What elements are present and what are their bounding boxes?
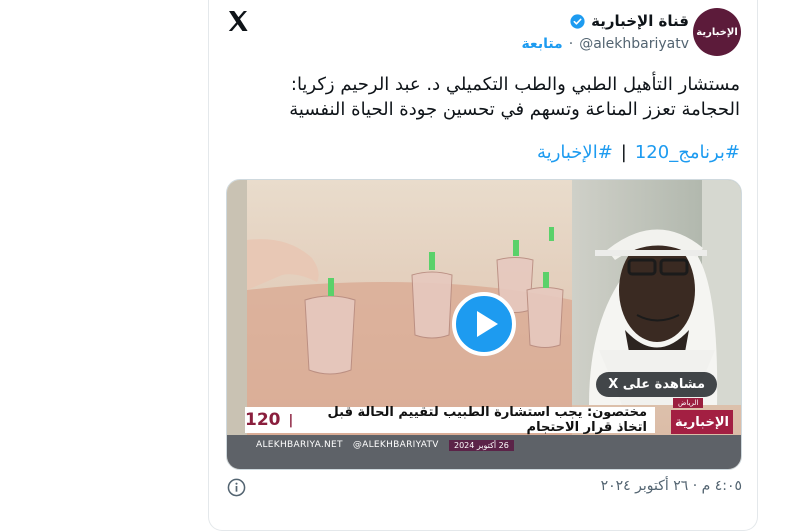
separator-dot: · — [568, 36, 574, 52]
x-logo-icon[interactable] — [226, 9, 250, 33]
follow-button[interactable]: متابعة — [521, 36, 562, 52]
tweet-timestamp[interactable]: ٤:٠٥ م · ٢٦ أكتوبر ٢٠٢٤ — [601, 478, 742, 494]
avatar[interactable]: الإخبارية — [693, 8, 741, 56]
author-row: قناة الإخبارية — [569, 12, 689, 30]
channel-urls: ALEKHBARIYA.NET @ALEKHBARIYATV — [256, 440, 439, 450]
author-name[interactable]: قناة الإخبارية — [591, 12, 689, 30]
hashtags: #برنامج_120 | #الإخبارية — [537, 142, 740, 163]
ticker-headline: مختصون: يجب استشارة الطبيب لتقييم الحالة… — [327, 405, 647, 435]
tweet-text: مستشار التأهيل الطبي والطب التكميلي د. ع… — [220, 72, 740, 122]
watch-on-x-label: مشاهدة على X — [608, 377, 705, 392]
program-number: 120 — [245, 410, 281, 430]
handle-row: @alekhbariyatv · متابعة — [521, 36, 689, 52]
channel-logo: الإخبارية — [671, 410, 733, 434]
tweet-text-line-2: الحجامة تعزز المناعة وتسهم في تحسين جودة… — [289, 99, 740, 120]
play-icon[interactable] — [452, 292, 516, 356]
info-icon[interactable] — [227, 478, 246, 497]
channel-social-handle: @ALEKHBARIYATV — [352, 440, 439, 450]
city-label: الرياض — [673, 398, 704, 408]
ticker-divider: | — [288, 412, 294, 428]
hashtag-program[interactable]: #برنامج_120 — [635, 142, 740, 163]
verified-badge-icon — [570, 13, 585, 29]
author-handle[interactable]: @alekhbariyatv — [579, 36, 689, 52]
hashtag-separator: | — [620, 142, 627, 163]
broadcast-date-badge: 26 أكتوبر 2024 — [449, 440, 514, 451]
news-ticker: مختصون: يجب استشارة الطبيب لتقييم الحالة… — [245, 405, 655, 435]
tweet-text-line-1: مستشار التأهيل الطبي والطب التكميلي د. ع… — [290, 74, 740, 95]
channel-website: ALEKHBARIYA.NET — [256, 440, 343, 450]
hashtag-channel[interactable]: #الإخبارية — [537, 142, 613, 163]
watch-on-x-button[interactable]: مشاهدة على X — [596, 372, 717, 397]
